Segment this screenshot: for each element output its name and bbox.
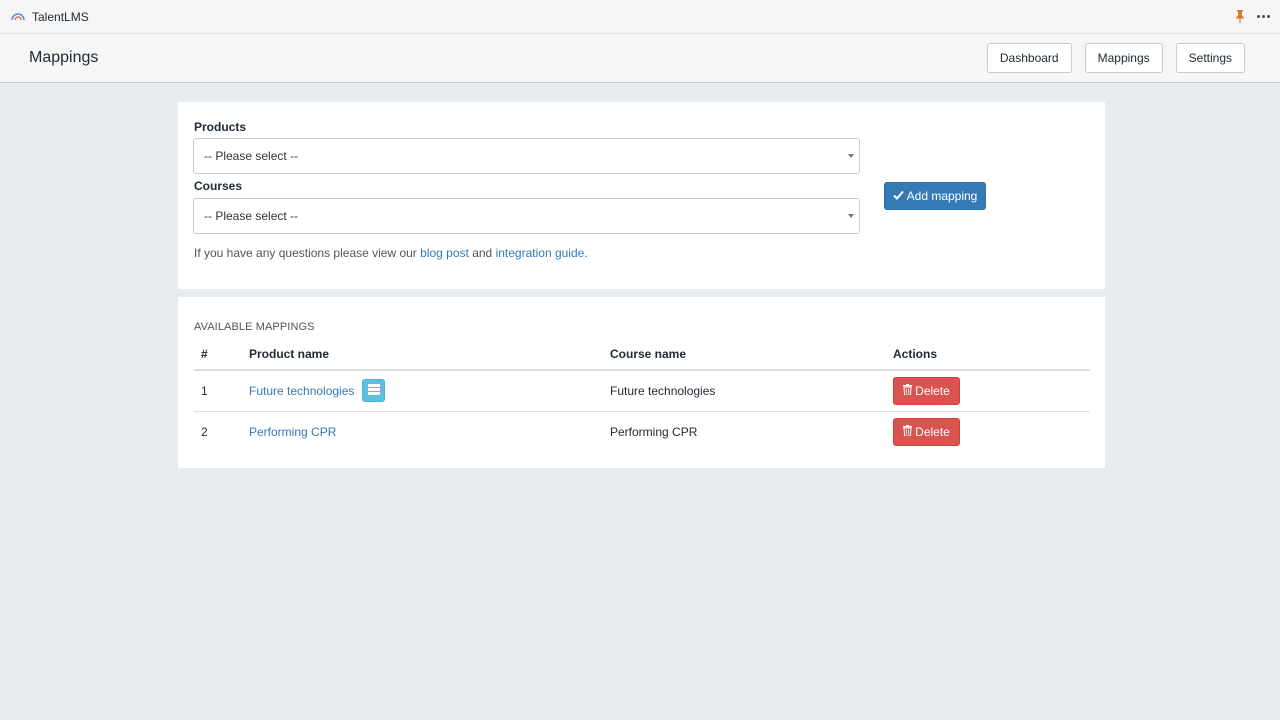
products-select-value: -- Please select -- xyxy=(204,149,299,163)
mappings-table-card: AVAILABLE MAPPINGS # Product name Course… xyxy=(178,297,1105,468)
column-header-number: # xyxy=(194,343,249,371)
courses-select[interactable]: -- Please select -- xyxy=(193,198,860,234)
product-cell: Performing CPR xyxy=(249,411,610,452)
integration-guide-link[interactable]: integration guide xyxy=(496,246,585,260)
add-mapping-label: Add mapping xyxy=(906,189,978,203)
products-select[interactable]: -- Please select -- xyxy=(193,138,860,174)
help-middle: and xyxy=(472,246,493,260)
stack-icon xyxy=(367,383,380,398)
delete-button[interactable]: Delete xyxy=(893,376,960,405)
app-bar: TalentLMS xyxy=(0,0,1280,34)
trash-icon xyxy=(903,383,913,398)
column-header-actions: Actions xyxy=(893,343,1090,371)
actions-cell: Delete xyxy=(893,411,1090,452)
dashboard-button[interactable]: Dashboard xyxy=(986,43,1072,73)
column-header-product: Product name xyxy=(249,343,610,371)
mappings-table: # Product name Course name Actions 1 Fut… xyxy=(194,343,1090,452)
page-title: Mappings xyxy=(29,49,99,66)
section-title: AVAILABLE MAPPINGS xyxy=(194,321,315,333)
mapping-form-card: Products -- Please select -- Courses -- … xyxy=(178,102,1105,289)
add-mapping-button[interactable]: Add mapping xyxy=(884,182,986,210)
courses-label: Courses xyxy=(194,179,243,193)
check-icon xyxy=(892,189,904,203)
mappings-button[interactable]: Mappings xyxy=(1084,43,1163,73)
table-row: 2 Performing CPR Performing CPR Delete xyxy=(194,411,1090,452)
course-cell: Future technologies xyxy=(610,370,893,412)
header-nav: Dashboard Mappings Settings xyxy=(986,43,1245,73)
page-header: Mappings Dashboard Mappings Settings xyxy=(0,34,1280,83)
product-link[interactable]: Future technologies xyxy=(249,384,354,398)
app-title: TalentLMS xyxy=(32,9,89,24)
help-suffix: . xyxy=(584,246,588,260)
row-number: 1 xyxy=(194,370,249,412)
blog-post-link[interactable]: blog post xyxy=(420,246,469,260)
course-cell: Performing CPR xyxy=(610,424,698,439)
delete-button[interactable]: Delete xyxy=(893,417,960,446)
more-icon[interactable] xyxy=(1257,15,1270,18)
table-header-row: # Product name Course name Actions xyxy=(194,343,1090,371)
pin-icon[interactable] xyxy=(1235,10,1245,23)
trash-icon xyxy=(903,424,913,439)
product-cell: Future technologies xyxy=(249,370,610,412)
chevron-down-icon xyxy=(848,154,854,158)
row-number: 2 xyxy=(201,424,208,439)
products-label: Products xyxy=(194,120,247,134)
delete-label: Delete xyxy=(915,383,950,398)
courses-select-value: -- Please select -- xyxy=(204,209,299,223)
delete-label: Delete xyxy=(915,424,950,439)
settings-button[interactable]: Settings xyxy=(1175,43,1245,73)
help-prefix: If you have any questions please view ou… xyxy=(194,246,417,260)
table-row: 1 Future technologies Future technologie… xyxy=(194,370,1090,412)
product-link[interactable]: Performing CPR xyxy=(249,425,336,439)
help-text: If you have any questions please view ou… xyxy=(194,246,588,260)
chevron-down-icon xyxy=(848,214,854,218)
talentlms-logo-icon xyxy=(10,9,26,25)
variants-button[interactable] xyxy=(362,379,386,403)
actions-cell: Delete xyxy=(893,370,1090,412)
column-header-course: Course name xyxy=(610,343,893,371)
